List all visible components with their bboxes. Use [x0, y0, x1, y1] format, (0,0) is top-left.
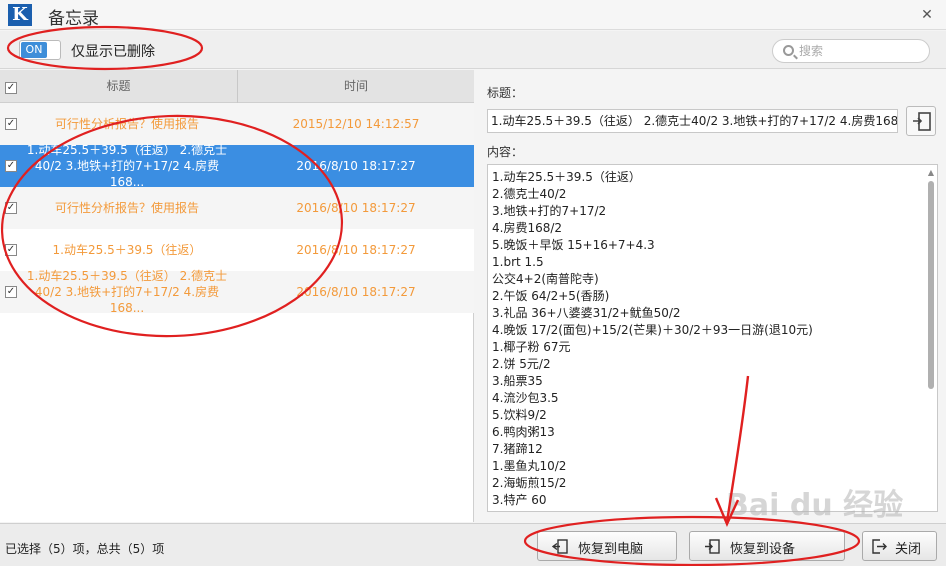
restore-device-label: 恢复到设备 — [730, 542, 796, 557]
row-time: 2016/8/10 18:17:27 — [296, 285, 416, 299]
copy-title-button[interactable] — [906, 106, 936, 136]
restore-device-icon — [705, 539, 720, 554]
row-time: 2016/8/10 18:17:27 — [296, 159, 416, 173]
copy-icon — [913, 112, 931, 131]
close-label: 关闭 — [895, 542, 922, 557]
restore-to-device-button[interactable]: 恢复到设备 — [689, 531, 845, 561]
content-line: 公交4+2(南普陀寺) — [492, 272, 599, 286]
content-line: 1.椰子粉 67元 — [492, 340, 571, 354]
content-line: 1.墨鱼丸10/2 — [492, 459, 567, 473]
content-line: 4.房费168/2 — [492, 221, 563, 235]
content-line: 1.动车25.5＋39.5（往返） — [492, 170, 641, 184]
toggle-state: ON — [21, 42, 47, 58]
row-time: 2016/8/10 18:17:27 — [296, 243, 416, 257]
scroll-up-icon[interactable]: ▲ — [927, 169, 935, 177]
content-line: 7.猪蹄12 — [492, 442, 543, 456]
content-line: 1.brt 1.5 — [492, 255, 544, 269]
row-checkbox[interactable]: ✓ — [5, 286, 17, 298]
content-line: 3.礼品 36+八婆婆31/2+鱿鱼50/2 — [492, 306, 681, 320]
content-line: 2.德克士40/2 — [492, 187, 567, 201]
content-text: 1.动车25.5＋39.5（往返） 2.德克士40/2 3.地铁+打的7+17/2 4… — [488, 165, 937, 509]
content-line: 6.鸭肉粥13 — [492, 425, 555, 439]
content-label: 内容： — [487, 145, 524, 159]
table-row[interactable]: ✓ 可行性分析报告？使用报告 2016/8/10 18:17:27 — [0, 187, 474, 229]
content-line: 4.流沙包3.5 — [492, 391, 559, 405]
scroll-thumb[interactable] — [928, 181, 934, 389]
content-line: 3.地铁+打的7+17/2 — [492, 204, 607, 218]
row-title: 1.动车25.5＋39.5（往返） 2.德克士40/2 3.地铁+打的7+17/… — [26, 269, 228, 315]
row-checkbox[interactable]: ✓ — [5, 118, 17, 130]
title-label: 标题： — [487, 86, 524, 100]
exit-icon — [872, 539, 887, 554]
content-line: 4.晚饭 17/2(面包)+15/2(芒果)＋30/2＋93一日游(退10元) — [492, 323, 813, 337]
row-title: 1.动车25.5＋39.5（往返） 2.德克士40/2 3.地铁+打的7+17/… — [26, 143, 228, 189]
window-title: 备忘录 — [48, 9, 99, 29]
restore-pc-icon — [552, 539, 568, 554]
title-field[interactable]: 1.动车25.5＋39.5（往返） 2.德克士40/2 3.地铁+打的7+17/… — [487, 109, 898, 133]
close-button[interactable]: 关闭 — [862, 531, 937, 561]
row-checkbox[interactable]: ✓ — [5, 202, 17, 214]
toggle-label: 仅显示已删除 — [71, 44, 155, 60]
search-input[interactable] — [799, 42, 919, 60]
show-deleted-toggle[interactable]: ON — [19, 40, 61, 60]
footer-bar: 已选择（5）项，总共（5）项 恢复到电脑 恢复到设备 关闭 — [0, 523, 946, 566]
content-line: 2.饼 5元/2 — [492, 357, 551, 371]
content-line: 5.晚饭＋早饭 15+16+7+4.3 — [492, 238, 655, 252]
row-title: 可行性分析报告？使用报告 — [54, 201, 199, 215]
row-checkbox[interactable]: ✓ — [5, 244, 17, 256]
content-scrollbar[interactable]: ▲ — [927, 169, 935, 505]
row-title: 可行性分析报告？使用报告 — [54, 117, 199, 131]
row-title: 1.动车25.5＋39.5（往返） — [52, 243, 202, 257]
memo-detail: 标题： 1.动车25.5＋39.5（往返） 2.德克士40/2 3.地铁+打的7… — [476, 70, 946, 522]
search-icon — [783, 45, 794, 56]
content-line: 5.饮料9/2 — [492, 408, 547, 422]
column-time[interactable]: 时间 — [238, 70, 474, 103]
content-line: 3.船票35 — [492, 374, 543, 388]
baidu-watermark: Bai du 经验 — [726, 488, 904, 523]
close-icon[interactable]: ✕ — [918, 6, 936, 24]
memo-list: 标题 时间 ✓ ✓ 可行性分析报告？使用报告 2015/12/10 14:12:… — [0, 70, 474, 522]
table-row[interactable]: ✓ 可行性分析报告？使用报告 2015/12/10 14:12:57 — [0, 103, 474, 145]
app-logo: K — [8, 4, 32, 26]
table-header: 标题 时间 ✓ — [0, 70, 474, 103]
select-all-checkbox[interactable]: ✓ — [5, 82, 17, 94]
table-row[interactable]: ✓ 1.动车25.5＋39.5（往返） 2016/8/10 18:17:27 — [0, 229, 474, 271]
restore-to-pc-button[interactable]: 恢复到电脑 — [537, 531, 677, 561]
toolbar: ON 仅显示已删除 — [0, 31, 946, 69]
row-time: 2016/8/10 18:17:27 — [296, 201, 416, 215]
content-area[interactable]: 1.动车25.5＋39.5（往返） 2.德克士40/2 3.地铁+打的7+17/2 4… — [487, 164, 938, 512]
content-line: 2.午饭 64/2+5(香肠) — [492, 289, 610, 303]
table-row-selected[interactable]: ✓ 1.动车25.5＋39.5（往返） 2.德克士40/2 3.地铁+打的7+1… — [0, 143, 474, 189]
row-checkbox[interactable]: ✓ — [5, 160, 17, 172]
table-row[interactable]: ✓ 1.动车25.5＋39.5（往返） 2.德克士40/2 3.地铁+打的7+1… — [0, 269, 474, 315]
row-time: 2015/12/10 14:12:57 — [292, 117, 420, 131]
restore-pc-label: 恢复到电脑 — [578, 542, 644, 557]
title-bar: K 备忘录 ✕ — [0, 0, 946, 30]
selection-status: 已选择（5）项，总共（5）项 — [5, 542, 165, 556]
column-title[interactable]: 标题 — [0, 70, 237, 103]
search-box[interactable] — [772, 39, 930, 63]
